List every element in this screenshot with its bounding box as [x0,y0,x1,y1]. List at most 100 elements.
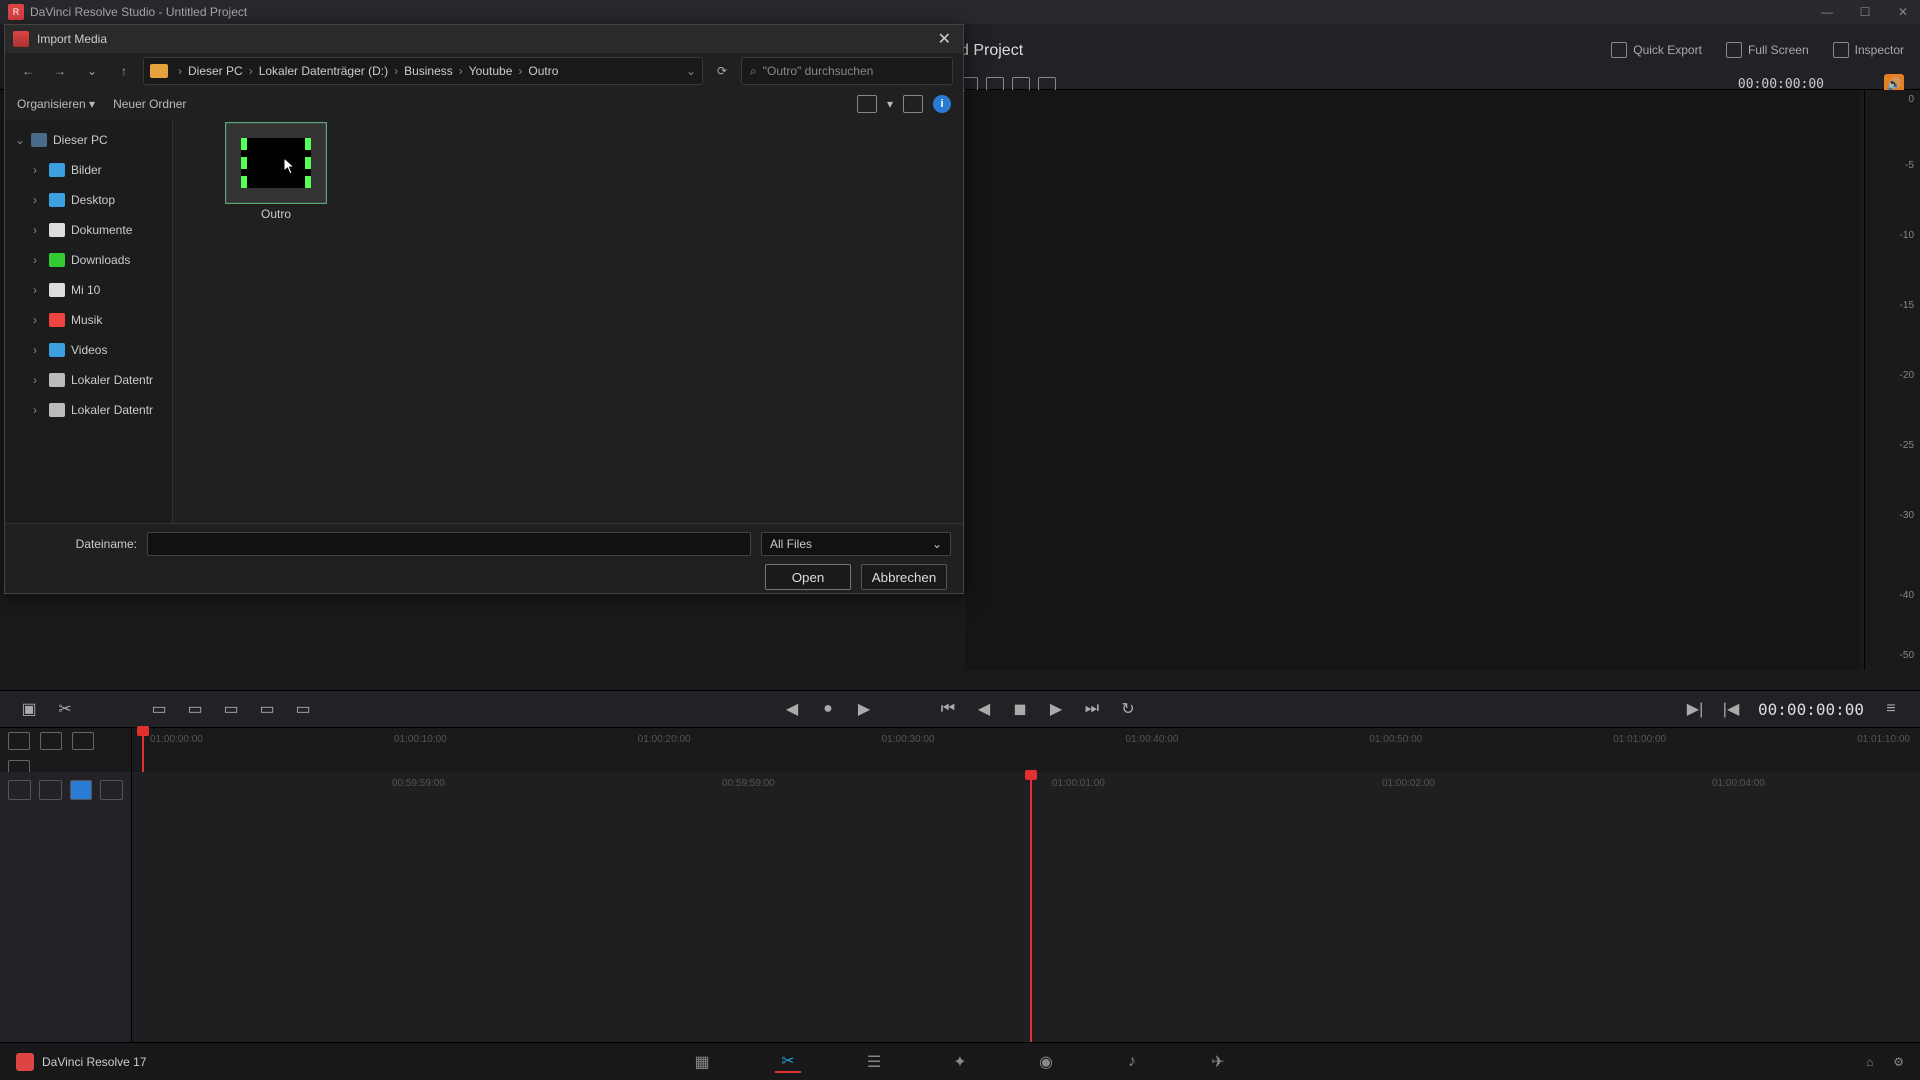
replace-icon[interactable]: ▭ [222,699,240,719]
loop-icon[interactable]: ↻ [1119,699,1137,719]
tree-node[interactable]: ›Lokaler Datentr [5,365,172,395]
track-header [0,772,132,1042]
file-filter-select[interactable]: All Files⌄ [761,532,951,556]
window-maximize-icon[interactable]: ☐ [1856,5,1874,19]
tree-node[interactable]: ›Musik [5,305,172,335]
window-close-icon[interactable]: ✕ [1894,5,1912,19]
dialog-close-icon[interactable]: ✕ [934,29,955,49]
mark-out-icon[interactable]: |◀ [1722,699,1740,719]
fit-icon[interactable]: ▭ [258,699,276,719]
path-dropdown-icon[interactable]: ⌄ [686,64,696,78]
timeline-ruler-lower[interactable]: 00:59:59:0000:59:59:0001:00:01:0001:00:0… [132,772,1910,798]
file-pane[interactable]: Outro [173,119,963,523]
transport-menu-icon[interactable]: ≡ [1882,700,1900,718]
app-title: DaVinci Resolve Studio - Untitled Projec… [30,5,247,19]
file-item[interactable]: Outro [223,123,329,221]
page-navigation-bar: DaVinci Resolve 17 ▦ ✂ ☰ ✦ ◉ ♪ ✈ ⌂ ⚙ [0,1042,1920,1080]
stop-icon[interactable]: ◼ [1011,699,1029,719]
quick-export-button[interactable]: Quick Export [1611,42,1702,58]
filename-input[interactable] [147,532,751,556]
nav-up-icon[interactable]: ↑ [111,58,137,84]
tool-b-icon[interactable] [40,732,62,750]
tool-blade-icon[interactable]: ✂ [56,699,74,719]
refresh-icon[interactable]: ⟳ [709,58,735,84]
view-thumbnails-icon[interactable] [857,95,877,113]
prev-mark-icon[interactable]: ◀ [783,699,801,719]
open-button[interactable]: Open [765,564,851,590]
page-edit-icon[interactable]: ☰ [861,1051,887,1073]
page-cut-icon[interactable]: ✂ [775,1051,801,1073]
folder-icon [150,64,168,78]
viewer-panel [965,90,1860,670]
search-placeholder: "Outro" durchsuchen [763,64,874,78]
window-minimize-icon[interactable]: — [1818,5,1836,19]
append-icon[interactable]: ▭ [294,699,312,719]
app-titlebar: R DaVinci Resolve Studio - Untitled Proj… [0,0,1920,24]
playhead-upper[interactable] [142,728,144,772]
insert-icon[interactable]: ▭ [150,699,168,719]
home-icon[interactable]: ⌂ [1866,1055,1873,1069]
view-preview-icon[interactable] [903,95,923,113]
timeline-tracks[interactable]: 00:59:59:0000:59:59:0001:00:01:0001:00:0… [0,772,1920,1042]
tool-a-icon[interactable] [8,732,30,750]
nav-recent-icon[interactable]: ⌄ [79,58,105,84]
filename-label: Dateiname: [17,537,137,551]
play-icon[interactable]: ▶ [1047,699,1065,719]
page-color-icon[interactable]: ◉ [1033,1051,1059,1073]
go-start-icon[interactable]: ⏮ [939,700,957,718]
playhead-lower[interactable] [1030,772,1032,1042]
search-input[interactable]: ⌕ "Outro" durchsuchen [741,57,953,85]
go-end-icon[interactable]: ⏭ [1083,700,1101,718]
tree-node[interactable]: ›Lokaler Datentr [5,395,172,425]
track-btn-2[interactable] [39,780,62,800]
dialog-logo-icon [13,31,29,47]
timeline-ruler-upper[interactable]: 01:00:00:0001:00:10:0001:00:20:0001:00:3… [0,728,1920,772]
overwrite-icon[interactable]: ▭ [186,699,204,719]
track-btn-1[interactable] [8,780,31,800]
mark-in-icon[interactable]: ▶| [1686,699,1704,719]
import-media-dialog: Import Media ✕ ← → ⌄ ↑ › Dieser PC› Loka… [4,24,964,594]
path-breadcrumb[interactable]: › Dieser PC› Lokaler Datenträger (D:)› B… [143,57,703,85]
nav-forward-icon[interactable]: → [47,58,73,84]
inspector-button[interactable]: Inspector [1833,42,1904,58]
nav-dot-icon[interactable]: ● [819,700,837,718]
new-folder-button[interactable]: Neuer Ordner [113,97,186,111]
tree-node[interactable]: ⌄Dieser PC [5,125,172,155]
page-fairlight-icon[interactable]: ♪ [1119,1051,1145,1073]
export-icon [1611,42,1627,58]
help-icon[interactable]: i [933,95,951,113]
viewer-layout-icons[interactable] [960,77,1056,91]
nav-back-icon[interactable]: ← [15,58,41,84]
page-media-icon[interactable]: ▦ [689,1051,715,1073]
page-deliver-icon[interactable]: ✈ [1205,1051,1231,1073]
app-logo-icon: R [8,4,24,20]
tree-node[interactable]: ›Bilder [5,155,172,185]
organize-menu[interactable]: Organisieren ▾ [17,97,95,111]
window-controls: — ☐ ✕ [1818,5,1912,19]
next-mark-icon[interactable]: ▶ [855,699,873,719]
track-btn-4[interactable] [100,780,123,800]
search-icon: ⌕ [750,64,757,79]
full-screen-button[interactable]: Full Screen [1726,42,1809,58]
settings-icon[interactable]: ⚙ [1893,1055,1904,1069]
tree-node[interactable]: ›Videos [5,335,172,365]
inspector-icon [1833,42,1849,58]
step-back-icon[interactable]: ◀ [975,699,993,719]
dialog-header[interactable]: Import Media ✕ [5,25,963,53]
app-footer-name: DaVinci Resolve 17 [42,1055,147,1069]
transport-bar: ▣ ✂ ▭ ▭ ▭ ▭ ▭ ◀ ● ▶ ⏮ ◀ ◼ ▶ ⏭ ↻ ▶| |◀ 00… [0,690,1920,728]
transport-timecode: 00:00:00:00 [1758,700,1864,719]
folder-tree[interactable]: ⌄Dieser PC›Bilder›Desktop›Dokumente›Down… [5,119,173,523]
tree-node[interactable]: ›Downloads [5,245,172,275]
tree-node[interactable]: ›Dokumente [5,215,172,245]
fullscreen-icon [1726,42,1742,58]
tool-arrow-icon[interactable]: ▣ [20,699,38,719]
view-dropdown-icon[interactable]: ▾ [887,97,893,111]
tree-node[interactable]: ›Desktop [5,185,172,215]
timeline-tools [0,728,132,772]
track-btn-3[interactable] [70,780,93,800]
page-fusion-icon[interactable]: ✦ [947,1051,973,1073]
tree-node[interactable]: ›Mi 10 [5,275,172,305]
tool-c-icon[interactable] [72,732,94,750]
cancel-button[interactable]: Abbrechen [861,564,947,590]
